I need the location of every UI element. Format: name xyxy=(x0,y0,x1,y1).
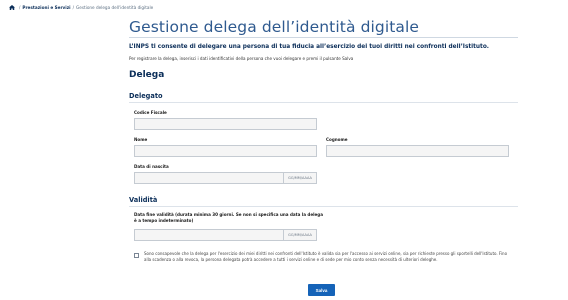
validita-heading: Validità xyxy=(129,196,158,204)
save-button[interactable]: Salva xyxy=(308,284,335,296)
main-content: Gestione delega dell’identità digitale L… xyxy=(129,18,519,81)
data-fine-validita-input[interactable]: GG/MM/AAAA xyxy=(134,229,317,241)
delegato-heading: Delegato xyxy=(129,92,163,100)
date-format-hint: GG/MM/AAAA xyxy=(283,173,316,183)
breadcrumb-item-prestazioni[interactable]: Prestazioni e Servizi xyxy=(22,5,70,10)
cognome-input[interactable] xyxy=(326,145,509,157)
consent-checkbox[interactable] xyxy=(134,253,139,258)
nome-input[interactable] xyxy=(134,145,317,157)
breadcrumb-separator: / xyxy=(19,4,21,10)
data-nascita-label: Data di nascita xyxy=(134,164,169,169)
breadcrumb-separator: / xyxy=(72,4,75,10)
breadcrumb: / Prestazioni e Servizi / Gestione deleg… xyxy=(9,3,153,11)
date-format-hint: GG/MM/AAAA xyxy=(283,230,316,240)
data-fine-validita-label: Data fine validità (durata minima 30 gio… xyxy=(134,212,323,224)
page-title: Gestione delega dell’identità digitale xyxy=(129,18,420,36)
consent-text: Sono consapevole che la delega per l'ese… xyxy=(144,251,508,263)
validita-divider xyxy=(129,206,518,207)
cognome-label: Cognome xyxy=(326,137,348,142)
title-divider xyxy=(129,37,518,38)
breadcrumb-item-current: Gestione delega dell'identità digitale xyxy=(76,4,154,10)
data-nascita-input[interactable]: GG/MM/AAAA xyxy=(134,172,317,184)
delega-heading: Delega xyxy=(129,70,165,80)
codice-fiscale-input[interactable] xyxy=(134,118,317,130)
delegato-divider xyxy=(129,102,518,103)
nome-label: Nome xyxy=(134,137,148,142)
intro-text: L’INPS ti consente di delegare una perso… xyxy=(129,44,490,50)
home-icon[interactable] xyxy=(9,4,15,10)
codice-fiscale-label: Codice Fiscale xyxy=(134,110,167,115)
instructions-text: Per registrare la delega, inserisci i da… xyxy=(129,56,354,61)
